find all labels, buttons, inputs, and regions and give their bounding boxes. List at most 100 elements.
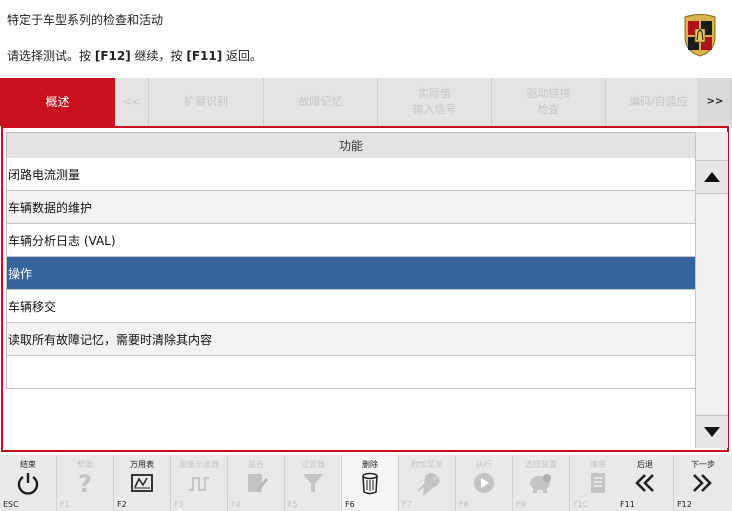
function-panel: 功能 闭路电流测量 车辆数据的维护 车辆分析日志 (VAL) 操作 车辆移交 读… (1, 126, 729, 452)
list-item[interactable]: 车辆数据的维护 (6, 191, 696, 224)
list-item-selected[interactable]: 操作 (6, 257, 696, 290)
f9-select-device-button[interactable]: 选择装置 F9 (513, 455, 570, 511)
porsche-crest-logo (684, 14, 716, 57)
f4-report-label: 报告 (248, 460, 264, 469)
report-icon (248, 474, 268, 492)
tab-extended-identification[interactable]: 扩展识别 (149, 78, 264, 126)
tab-extended-identification-label: 扩展识别 (184, 95, 228, 108)
list-icon (591, 473, 605, 493)
list-item-label: 车辆数据的维护 (8, 200, 93, 215)
triangle-down-icon (704, 427, 720, 437)
instruction-text: 请选择测试。按 [F12] 继续，按 [F11] 返回。 (7, 47, 262, 64)
f7-additional-menu-label: 附加菜单 (411, 460, 443, 469)
header: 特定于车型系列的检查和活动 请选择测试。按 [F12] 继续，按 [F11] 返… (0, 0, 732, 78)
f12-key-label: F12 (677, 500, 692, 509)
list-item-label: 操作 (8, 266, 33, 281)
tab-drive-link-check[interactable]: 驱动链接 检查 (492, 78, 606, 126)
f6-delete-label: 删除 (362, 460, 378, 469)
list-scrollbar[interactable] (695, 132, 728, 448)
f11-key-label: F11 (620, 500, 635, 509)
f5-filter-label: 过滤器 (301, 460, 325, 469)
f1-key-label: F1 (60, 500, 70, 509)
power-icon (17, 473, 39, 495)
list-item-label: 闭路电流测量 (8, 167, 81, 182)
f4-report-button[interactable]: 报告 F4 (228, 455, 285, 511)
select-device-icon (530, 474, 551, 493)
function-key-toolbar: 结束 ESC 帮助 ? F1 万用表 F2 测量示波器 F3 报告 F4 过滤器… (0, 455, 732, 511)
list-item[interactable]: 读取所有故障记忆，需要时清除其内容 (6, 323, 696, 356)
f1-help-label: 帮助 (77, 460, 93, 469)
tab-coding-adaptation-label: 编码/自适应 (629, 95, 688, 108)
multimeter-icon (131, 474, 153, 492)
back-icon (635, 474, 654, 492)
f12-next-label: 下一步 (691, 460, 715, 469)
oscilloscope-icon (189, 477, 209, 491)
trash-icon (362, 472, 378, 495)
tab-bar: 概述 << 扩展识别 故障记忆 实际值 输入信号 驱动链接 检查 编码/自适应 … (0, 78, 732, 126)
instruction-key-f11: [F11] (186, 49, 223, 63)
list-item-label: 读取所有故障记忆，需要时清除其内容 (8, 332, 213, 347)
next-icon (693, 474, 712, 492)
play-icon (474, 473, 494, 493)
tab-actual-values-label: 实际值 输入信号 (412, 87, 457, 116)
instruction-prefix: 请选择测试。按 (7, 49, 95, 63)
column-header-function: 功能 (6, 132, 696, 158)
tab-drive-link-check-label: 驱动链接 检查 (526, 87, 571, 116)
tab-scroll-left[interactable]: << (115, 78, 149, 126)
list-item-label: 车辆移交 (8, 299, 57, 314)
f11-back-button[interactable]: 后退 F11 (617, 455, 674, 511)
tab-fault-memory[interactable]: 故障记忆 (264, 78, 378, 126)
tab-scroll-right-label: >> (706, 96, 724, 107)
f8-execute-label: 执行 (476, 460, 492, 469)
f8-execute-button[interactable]: 执行 F8 (456, 455, 513, 511)
f10-key-label: F10 (573, 500, 588, 509)
tab-coding-adaptation[interactable]: 编码/自适应 (606, 78, 699, 126)
esc-key-label: ESC (3, 500, 19, 509)
list-item[interactable]: 车辆移交 (6, 290, 696, 323)
f2-multimeter-button[interactable]: 万用表 F2 (114, 455, 171, 511)
scroll-up-button[interactable] (696, 160, 728, 194)
triangle-up-icon (704, 172, 720, 182)
f1-help-button[interactable]: 帮助 ? F1 (57, 455, 114, 511)
tab-actual-values[interactable]: 实际值 输入信号 (378, 78, 492, 126)
f12-next-button[interactable]: 下一步 F12 (674, 455, 732, 511)
f3-oscilloscope-label: 测量示波器 (179, 460, 219, 469)
tab-overview[interactable]: 概述 (0, 78, 115, 126)
esc-end-label: 结束 (20, 460, 36, 469)
f11-back-label: 后退 (637, 460, 653, 469)
tab-overview-label: 概述 (45, 95, 70, 109)
instruction-key-f12: [F12] (94, 49, 131, 63)
tab-scroll-left-label: << (122, 95, 141, 108)
f7-additional-menu-button[interactable]: 附加菜单 F7 (399, 455, 456, 511)
scroll-down-button[interactable] (696, 415, 728, 448)
list-item[interactable]: 车辆分析日志 (VAL) (6, 224, 696, 257)
function-list: 功能 闭路电流测量 车辆数据的维护 车辆分析日志 (VAL) 操作 车辆移交 读… (6, 132, 696, 389)
f5-filter-button[interactable]: 过滤器 F5 (285, 455, 342, 511)
list-item[interactable] (6, 356, 696, 389)
f9-select-device-label: 选择装置 (525, 460, 557, 469)
tools-icon (417, 473, 440, 496)
f8-key-label: F8 (459, 500, 469, 509)
f6-key-label: F6 (345, 500, 355, 509)
f3-key-label: F3 (174, 500, 184, 509)
filter-icon (303, 474, 323, 493)
instruction-suffix: 返回。 (222, 49, 263, 63)
tab-fault-memory-label: 故障记忆 (298, 95, 343, 108)
list-item-label: 车辆分析日志 (VAL) (8, 233, 116, 248)
f2-multimeter-label: 万用表 (130, 460, 154, 469)
instruction-mid: 继续，按 (130, 49, 187, 63)
scroll-track[interactable] (696, 194, 728, 414)
f6-delete-button[interactable]: 删除 F6 (342, 455, 399, 511)
f7-key-label: F7 (402, 500, 412, 509)
f9-key-label: F9 (516, 500, 526, 509)
f3-oscilloscope-button[interactable]: 测量示波器 F3 (171, 455, 228, 511)
list-item[interactable]: 闭路电流测量 (6, 158, 696, 191)
tab-scroll-right[interactable]: >> (699, 78, 732, 126)
page-subtitle: 特定于车型系列的检查和活动 (7, 13, 164, 27)
f5-key-label: F5 (288, 500, 298, 509)
f4-key-label: F4 (231, 500, 241, 509)
help-icon: ? (78, 470, 92, 496)
esc-end-button[interactable]: 结束 ESC (0, 455, 57, 511)
svg-text:?: ? (78, 470, 92, 496)
f2-key-label: F2 (117, 500, 127, 509)
